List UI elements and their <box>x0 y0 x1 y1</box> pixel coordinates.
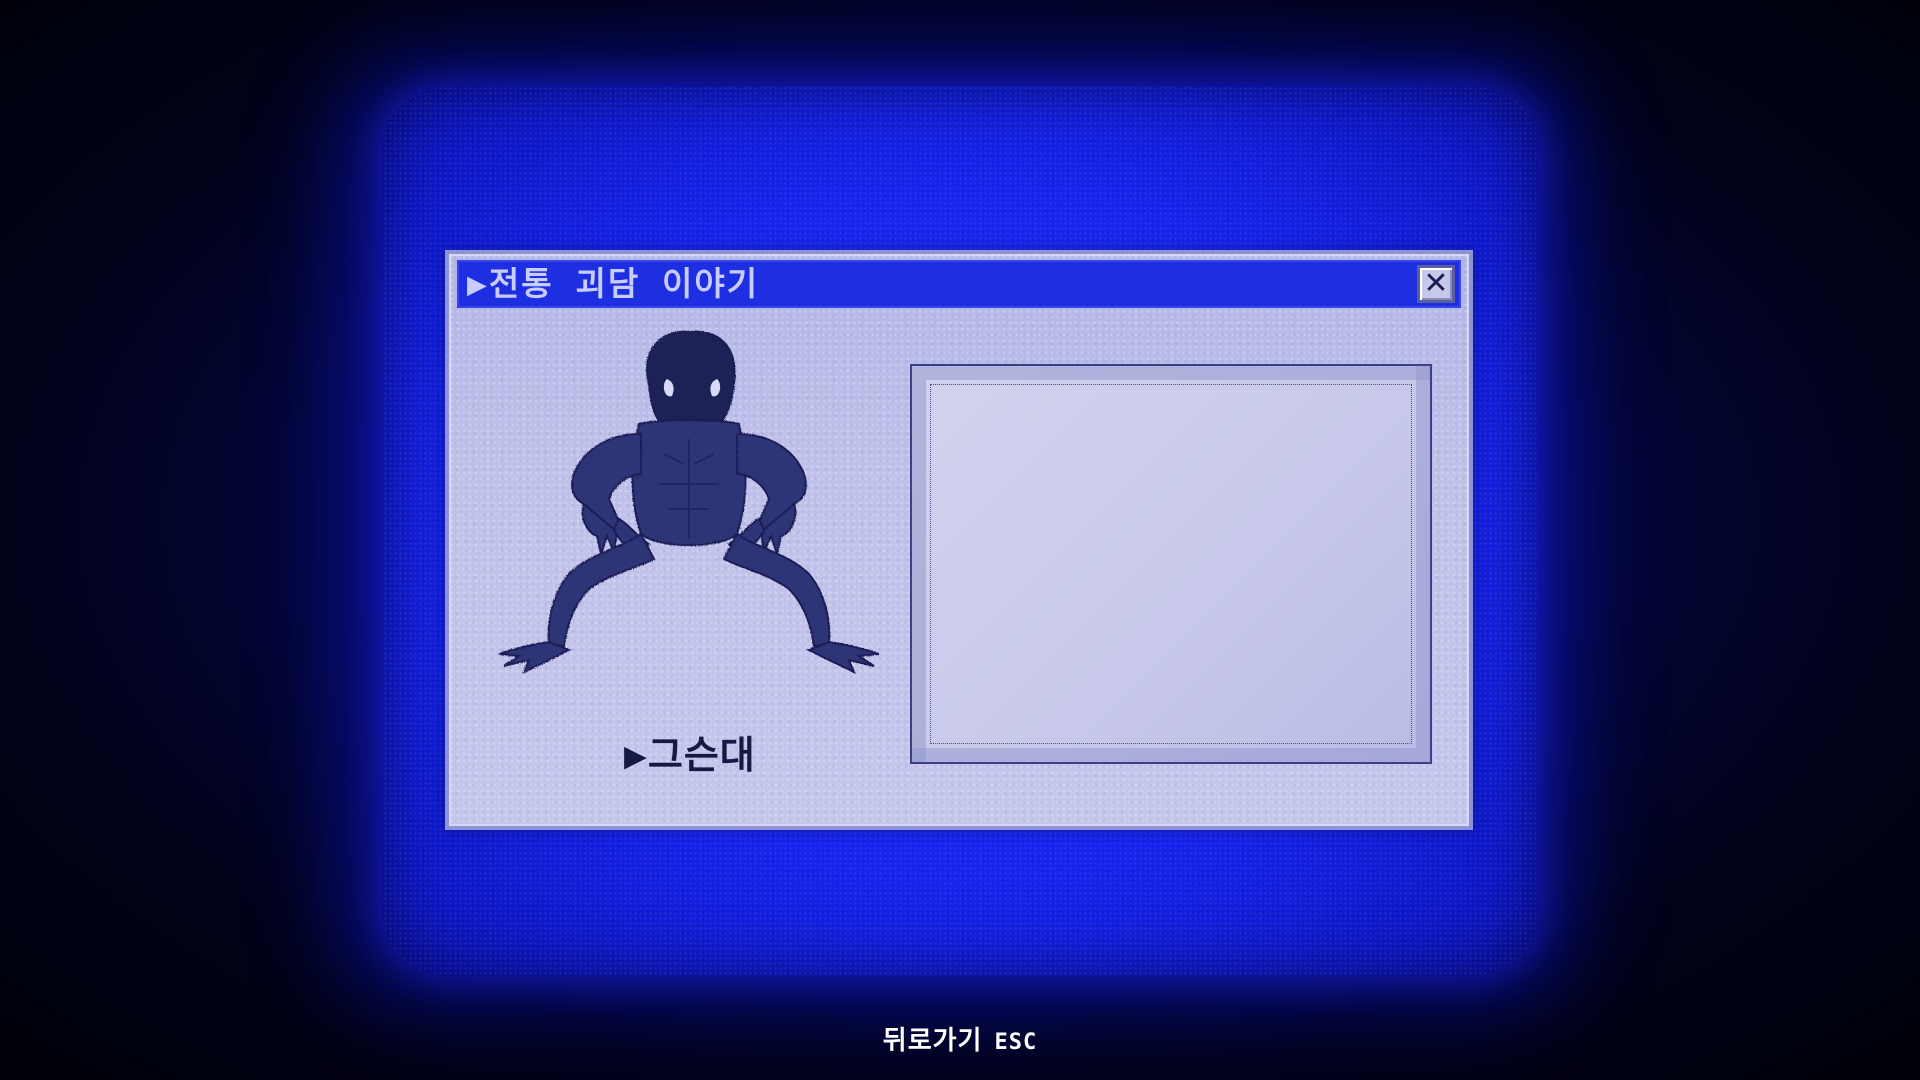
window-title: ▶전통 괴담 이야기 <box>467 264 760 303</box>
crouching-shadow-creature-icon <box>498 330 880 675</box>
lore-window: ▶전통 괴담 이야기 ✕ ▶그슨대 <box>445 250 1473 830</box>
close-button[interactable]: ✕ <box>1417 265 1455 303</box>
description-frame <box>930 384 1412 744</box>
back-label: 뒤로가기 <box>882 1026 983 1056</box>
creature-name: ▶그슨대 <box>624 733 756 777</box>
close-icon: ✕ <box>1423 266 1449 301</box>
window-titlebar: ▶전통 괴담 이야기 ✕ <box>457 260 1461 308</box>
back-hint[interactable]: 뒤로가기 ESC <box>0 1020 1920 1057</box>
esc-key-label: ESC <box>994 1030 1038 1055</box>
creature-illustration <box>489 324 880 684</box>
description-panel <box>910 364 1432 764</box>
game-background: ▶전통 괴담 이야기 ✕ ▶그슨대 뒤로가기 ESC <box>0 0 1920 1080</box>
